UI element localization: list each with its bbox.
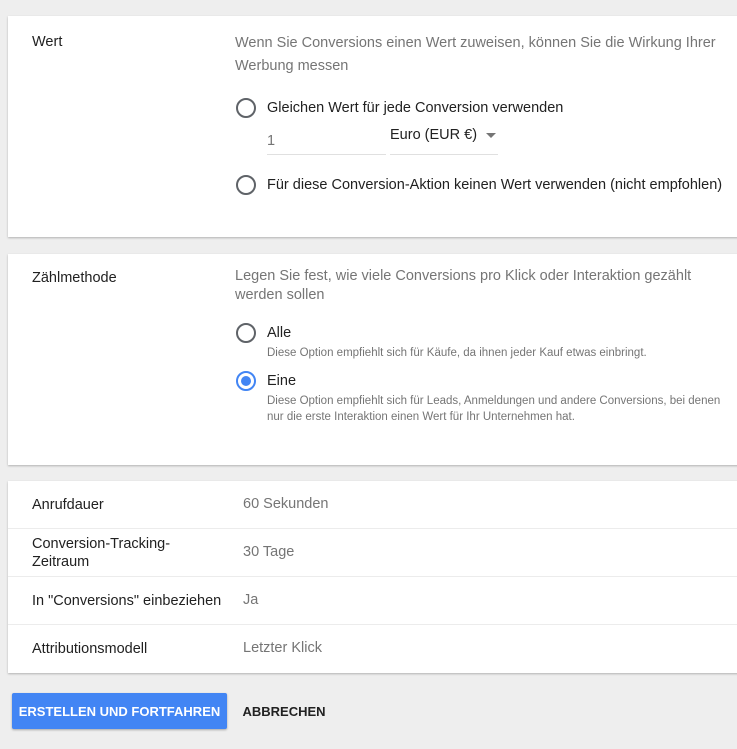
setting-value: Ja	[243, 592, 259, 608]
setting-name: Conversion-Tracking-Zeitraum	[32, 536, 171, 570]
setting-row-tracking-period[interactable]: Conversion-Tracking-Zeitraum 30 Tage	[8, 529, 737, 577]
create-and-continue-button[interactable]: ERSTELLEN UND FORTFAHREN	[12, 693, 227, 729]
settings-card: Anrufdauer 60 Sekunden Conversion-Tracki…	[8, 481, 737, 673]
count-section-description: Legen Sie fest, wie viele Conversions pr…	[235, 268, 692, 303]
value-input[interactable]	[267, 127, 386, 155]
radio-count-one-label: Eine	[267, 373, 297, 389]
currency-select-value: Euro (EUR €)	[390, 127, 478, 143]
radio-count-all[interactable]: Alle Diese Option empfiehlt sich für Käu…	[236, 323, 737, 361]
currency-select[interactable]: Euro (EUR €)	[390, 127, 498, 155]
radio-circle-icon[interactable]	[236, 98, 256, 118]
setting-name: In "Conversions" einbeziehen	[32, 593, 222, 609]
radio-count-one[interactable]: Eine Diese Option empfiehlt sich für Lea…	[236, 371, 737, 425]
setting-row-call-duration[interactable]: Anrufdauer 60 Sekunden	[8, 481, 737, 529]
radio-no-value-label: Für diese Conversion-Aktion keinen Wert …	[267, 177, 723, 193]
setting-row-include-conversions[interactable]: In "Conversions" einbeziehen Ja	[8, 577, 737, 625]
radio-no-value[interactable]: Für diese Conversion-Aktion keinen Wert …	[236, 175, 722, 195]
setting-value: Letzter Klick	[243, 640, 322, 656]
radio-circle-icon[interactable]	[236, 323, 256, 343]
caret-down-icon	[486, 133, 497, 138]
setting-name: Attributionsmodell	[32, 641, 148, 657]
radio-checked-icon[interactable]	[236, 371, 256, 391]
radio-same-value-label: Gleichen Wert für jede Conversion verwen…	[267, 100, 564, 116]
setting-value: 30 Tage	[243, 544, 295, 560]
radio-count-one-hint: Diese Option empfiehlt sich für Leads, A…	[267, 395, 721, 423]
count-method-card: Zählmethode Legen Sie fest, wie viele Co…	[8, 254, 737, 465]
count-section-label: Zählmethode	[32, 270, 117, 286]
setting-name: Anrufdauer	[32, 497, 104, 513]
radio-count-all-label: Alle	[267, 325, 292, 341]
setting-value: 60 Sekunden	[243, 496, 329, 512]
radio-count-all-hint: Diese Option empfiehlt sich für Käufe, d…	[267, 347, 647, 359]
value-section-label: Wert	[32, 34, 63, 50]
radio-circle-icon[interactable]	[236, 175, 256, 195]
value-card: Wert Wenn Sie Conversions einen Wert zuw…	[8, 16, 737, 237]
radio-same-value[interactable]: Gleichen Wert für jede Conversion verwen…	[236, 98, 563, 118]
setting-row-attribution-model[interactable]: Attributionsmodell Letzter Klick	[8, 625, 737, 673]
cancel-button[interactable]: ABBRECHEN	[236, 693, 332, 729]
value-section-description: Wenn Sie Conversions einen Wert zuweisen…	[235, 35, 716, 74]
